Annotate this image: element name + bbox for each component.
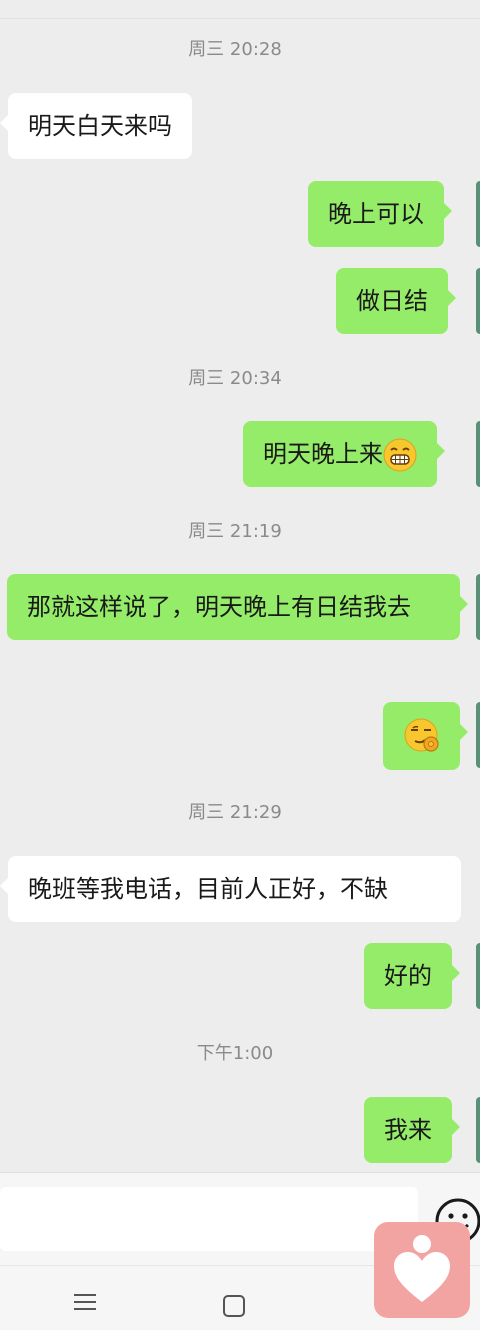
message-text: 晚班等我电话，目前人正好，不缺 xyxy=(28,875,388,903)
message-bubble-incoming[interactable]: 明天白天来吗 xyxy=(0,93,192,159)
grinning-face-emoji xyxy=(383,438,417,472)
floating-app-button[interactable] xyxy=(374,1222,470,1318)
avatar[interactable] xyxy=(476,702,480,768)
avatar[interactable] xyxy=(476,1097,480,1163)
timestamp: 周三 20:28 xyxy=(188,39,282,60)
message-text: 做日结 xyxy=(356,287,428,315)
menu-icon[interactable] xyxy=(74,1294,96,1315)
avatar[interactable] xyxy=(476,421,480,487)
message-text: 明天晚上来 xyxy=(263,440,383,468)
message-text: 明天白天来吗 xyxy=(28,112,172,140)
message-bubble-outgoing[interactable]: 做日结 xyxy=(336,268,456,334)
top-divider xyxy=(0,0,480,19)
avatar[interactable] xyxy=(476,943,480,1009)
message-bubble-incoming[interactable]: 晚班等我电话，目前人正好，不缺 xyxy=(0,856,461,922)
message-bubble-outgoing[interactable]: 那就这样说了，明天晚上有日结我去 xyxy=(7,574,468,640)
timestamp: 周三 20:34 xyxy=(188,368,282,389)
timestamp: 下午1:00 xyxy=(196,1043,274,1064)
message-text: 那就这样说了，明天晚上有日结我去 xyxy=(27,593,411,621)
timestamp: 周三 21:29 xyxy=(188,802,282,823)
message-bubble-outgoing[interactable] xyxy=(383,702,468,770)
message-bubble-outgoing[interactable]: 明天晚上来 xyxy=(243,421,445,487)
home-icon[interactable] xyxy=(223,1295,245,1317)
message-input[interactable] xyxy=(0,1187,418,1251)
message-bubble-outgoing[interactable]: 我来 xyxy=(364,1097,460,1163)
avatar[interactable] xyxy=(476,268,480,334)
timestamp: 周三 21:19 xyxy=(188,521,282,542)
avatar[interactable] xyxy=(476,181,480,247)
message-text: 晚上可以 xyxy=(328,200,424,228)
message-text: 我来 xyxy=(384,1116,432,1144)
message-text: 好的 xyxy=(384,962,432,990)
message-bubble-outgoing[interactable]: 好的 xyxy=(364,943,460,1009)
message-bubble-outgoing[interactable]: 晚上可以 xyxy=(308,181,452,247)
ok-hand-smirk-emoji xyxy=(404,718,439,752)
avatar[interactable] xyxy=(476,574,480,640)
heart-person-icon xyxy=(394,1235,450,1302)
